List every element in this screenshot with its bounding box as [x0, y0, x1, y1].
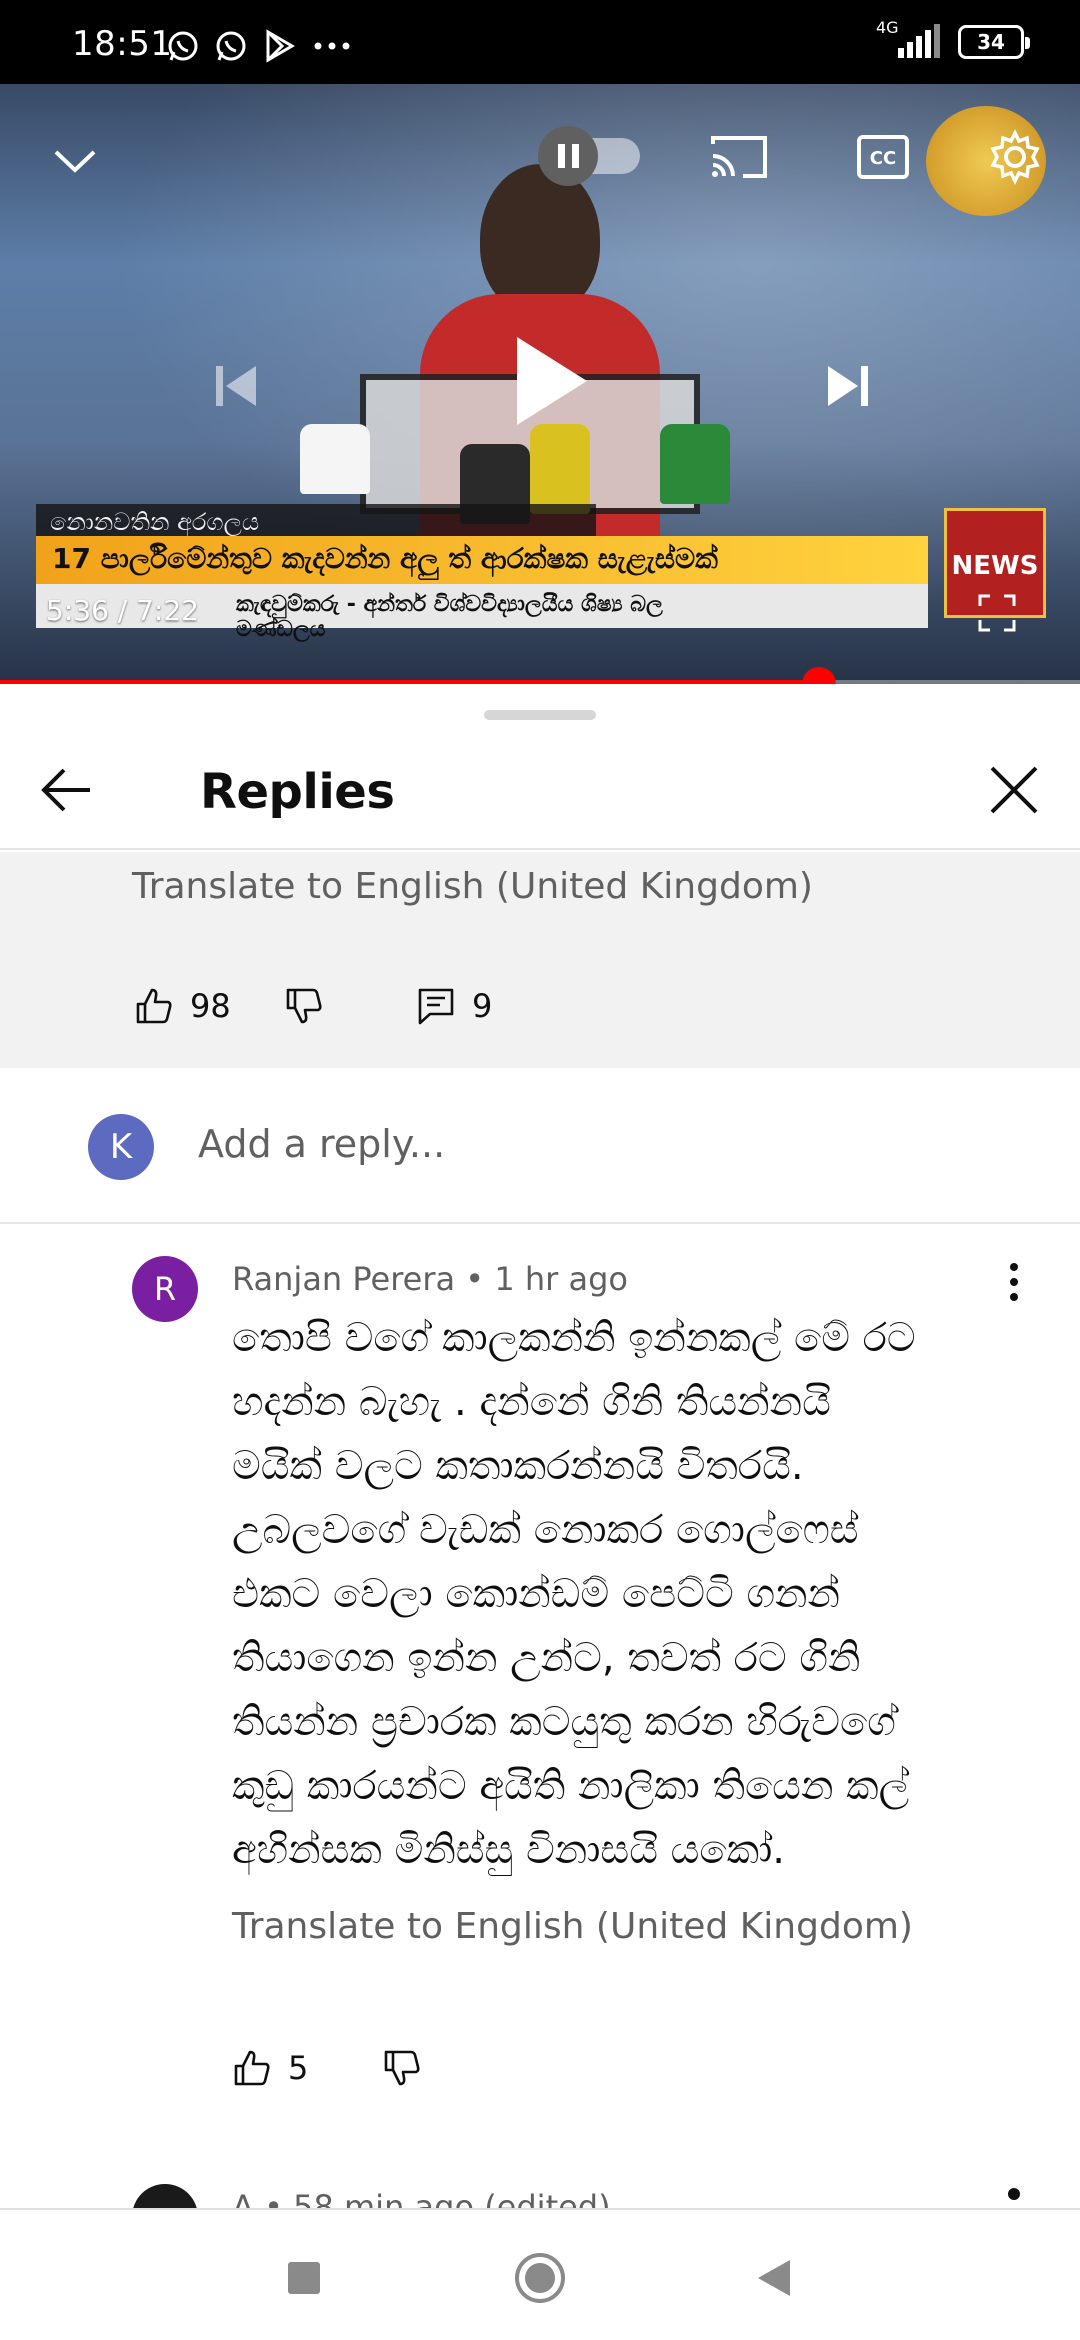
notification-icons: [166, 28, 352, 64]
cast-button[interactable]: [706, 124, 772, 190]
reply-comment: R Ranjan Perera • 1 hr ago තොපි වගේ කාලක…: [0, 1226, 1080, 2126]
sheet-header: Replies: [0, 726, 1080, 850]
lower-third-headline: 17 පාර්ලිමේන්තුව කැදවන්න අලු ත් ආරක්ෂක ස…: [36, 536, 928, 584]
captions-button[interactable]: CC: [850, 124, 916, 190]
system-navigation-bar: [0, 2208, 1080, 2340]
user-avatar-letter: K: [109, 1127, 133, 1167]
seek-bar[interactable]: [0, 667, 1080, 684]
home-circle-icon: [515, 2253, 565, 2303]
minimize-button[interactable]: [38, 124, 112, 198]
arrow-left-icon: [41, 768, 90, 812]
comment-icon: [418, 988, 454, 1025]
comment-actions: 98 9: [134, 986, 492, 1026]
close-button[interactable]: [978, 754, 1050, 826]
pause-icon: [538, 126, 598, 186]
time-readout: 5:36 / 7:22: [46, 594, 199, 627]
add-reply-row: K: [0, 1068, 1080, 1224]
like-button[interactable]: 98: [134, 986, 284, 1026]
play-icon: [517, 337, 587, 425]
dislike-button[interactable]: [284, 986, 416, 1026]
skip-next-icon: [828, 366, 868, 406]
recents-button[interactable]: [266, 2240, 342, 2316]
microphone: [660, 424, 730, 504]
video-player[interactable]: නොනවතින අරගලය 17 පාර්ලිමේන්තුව කැදවන්න අ…: [0, 84, 1080, 684]
settings-button[interactable]: [980, 122, 1050, 192]
translate-link[interactable]: Translate to English (United Kingdom): [132, 866, 813, 907]
thumbs-down-icon: [286, 988, 322, 1024]
cast-icon: [711, 136, 767, 178]
comment-menu-button[interactable]: [996, 1252, 1032, 1312]
comment-line: උබලවගේ වැඩක් නොකර ගොල්ෆෙස්: [232, 1507, 859, 1553]
comment-line: තියන්න ප්‍රචාරක කටයුතු කරන හිරුවගේ: [232, 1699, 896, 1745]
replies-sheet: Replies Translate to English (United Kin…: [0, 686, 1080, 2220]
whatsapp-icon: [168, 31, 198, 61]
comment-line: තොපි වගේ කාලකන්නි ඉන්නකල් මේ රට: [232, 1315, 916, 1361]
parent-comment: Translate to English (United Kingdom) 98…: [0, 852, 1080, 1068]
status-time: 18:51: [72, 24, 173, 64]
like-button[interactable]: 5: [232, 2048, 382, 2088]
translate-link[interactable]: Translate to English (United Kingdom): [232, 1906, 913, 1947]
seek-bar-played: [0, 680, 819, 684]
comment-line: හදන්න බැහැ . දන්නේ ගිනි තියන්නයි: [232, 1379, 831, 1425]
autoplay-toggle[interactable]: [538, 126, 640, 186]
play-store-icon: [266, 29, 295, 63]
add-reply-input[interactable]: [198, 1114, 1018, 1174]
more-vertical-icon: [1010, 1263, 1018, 1301]
like-count: 5: [288, 2049, 309, 2087]
battery-icon: 34: [958, 25, 1030, 59]
whatsapp-icon: [216, 31, 246, 61]
play-button[interactable]: [494, 326, 604, 436]
commenter-avatar[interactable]: R: [132, 1256, 198, 1322]
more-dots-icon: [314, 42, 350, 50]
like-count: 98: [190, 987, 231, 1025]
comment-line: මයික් වලට කතාකරන්නයි විතරයි.: [232, 1443, 804, 1489]
microphone: [300, 424, 370, 494]
svg-text:CC: CC: [870, 148, 896, 169]
system-back-button[interactable]: [736, 2240, 812, 2316]
more-vertical-icon[interactable]: [1008, 2188, 1020, 2200]
sheet-drag-handle[interactable]: [484, 710, 596, 720]
recents-square-icon: [288, 2262, 320, 2294]
comment-line: කුඩු කාරයන්ට අයිති නාලිකා තියෙන කල්: [232, 1763, 910, 1809]
gear-icon: [990, 129, 1040, 185]
battery-level: 34: [977, 30, 1005, 54]
thumbs-up-icon: [234, 2050, 270, 2086]
back-button[interactable]: [30, 754, 102, 826]
fullscreen-button[interactable]: [972, 588, 1022, 638]
closed-captions-icon: CC: [857, 135, 909, 179]
comment-author-and-time[interactable]: Ranjan Perera • 1 hr ago: [232, 1260, 628, 1298]
comment-line: අහින්සක මිනිස්සු විනාසයි යකෝ.: [232, 1827, 786, 1873]
signal-icon: 4G: [872, 18, 942, 60]
user-avatar[interactable]: K: [88, 1114, 154, 1180]
close-icon: [990, 766, 1038, 814]
comment-line: එකට වෙලා කොන්ඩම් පෙට්ටි ගනන්: [232, 1571, 841, 1617]
sheet-title: Replies: [200, 764, 395, 820]
system-icons: 4G 34: [872, 18, 1030, 60]
home-button[interactable]: [502, 2240, 578, 2316]
thumbs-up-icon: [136, 988, 172, 1024]
commenter-avatar-letter: R: [153, 1270, 177, 1308]
back-triangle-icon: [758, 2260, 790, 2296]
status-bar: 18:51 4G 34: [0, 0, 1080, 84]
microphone: [530, 424, 590, 514]
reply-count-button[interactable]: 9: [416, 986, 492, 1026]
dislike-button[interactable]: [382, 2048, 422, 2088]
fullscreen-icon: [978, 594, 1016, 632]
comment-actions: 5: [232, 2048, 422, 2088]
comment-text: තොපි වගේ කාලකන්නි ඉන්නකල් මේ රට හදන්න බැ…: [232, 1306, 992, 1882]
next-button[interactable]: [808, 346, 888, 426]
previous-button[interactable]: [196, 346, 276, 426]
skip-previous-icon: [216, 366, 256, 406]
chevron-down-icon: [54, 150, 96, 173]
reply-count: 9: [472, 987, 493, 1025]
thumbs-down-icon: [384, 2050, 420, 2086]
comment-line: තියාගෙන ඉන්න උන්ට, තවත් රට ගිනි: [232, 1635, 861, 1681]
